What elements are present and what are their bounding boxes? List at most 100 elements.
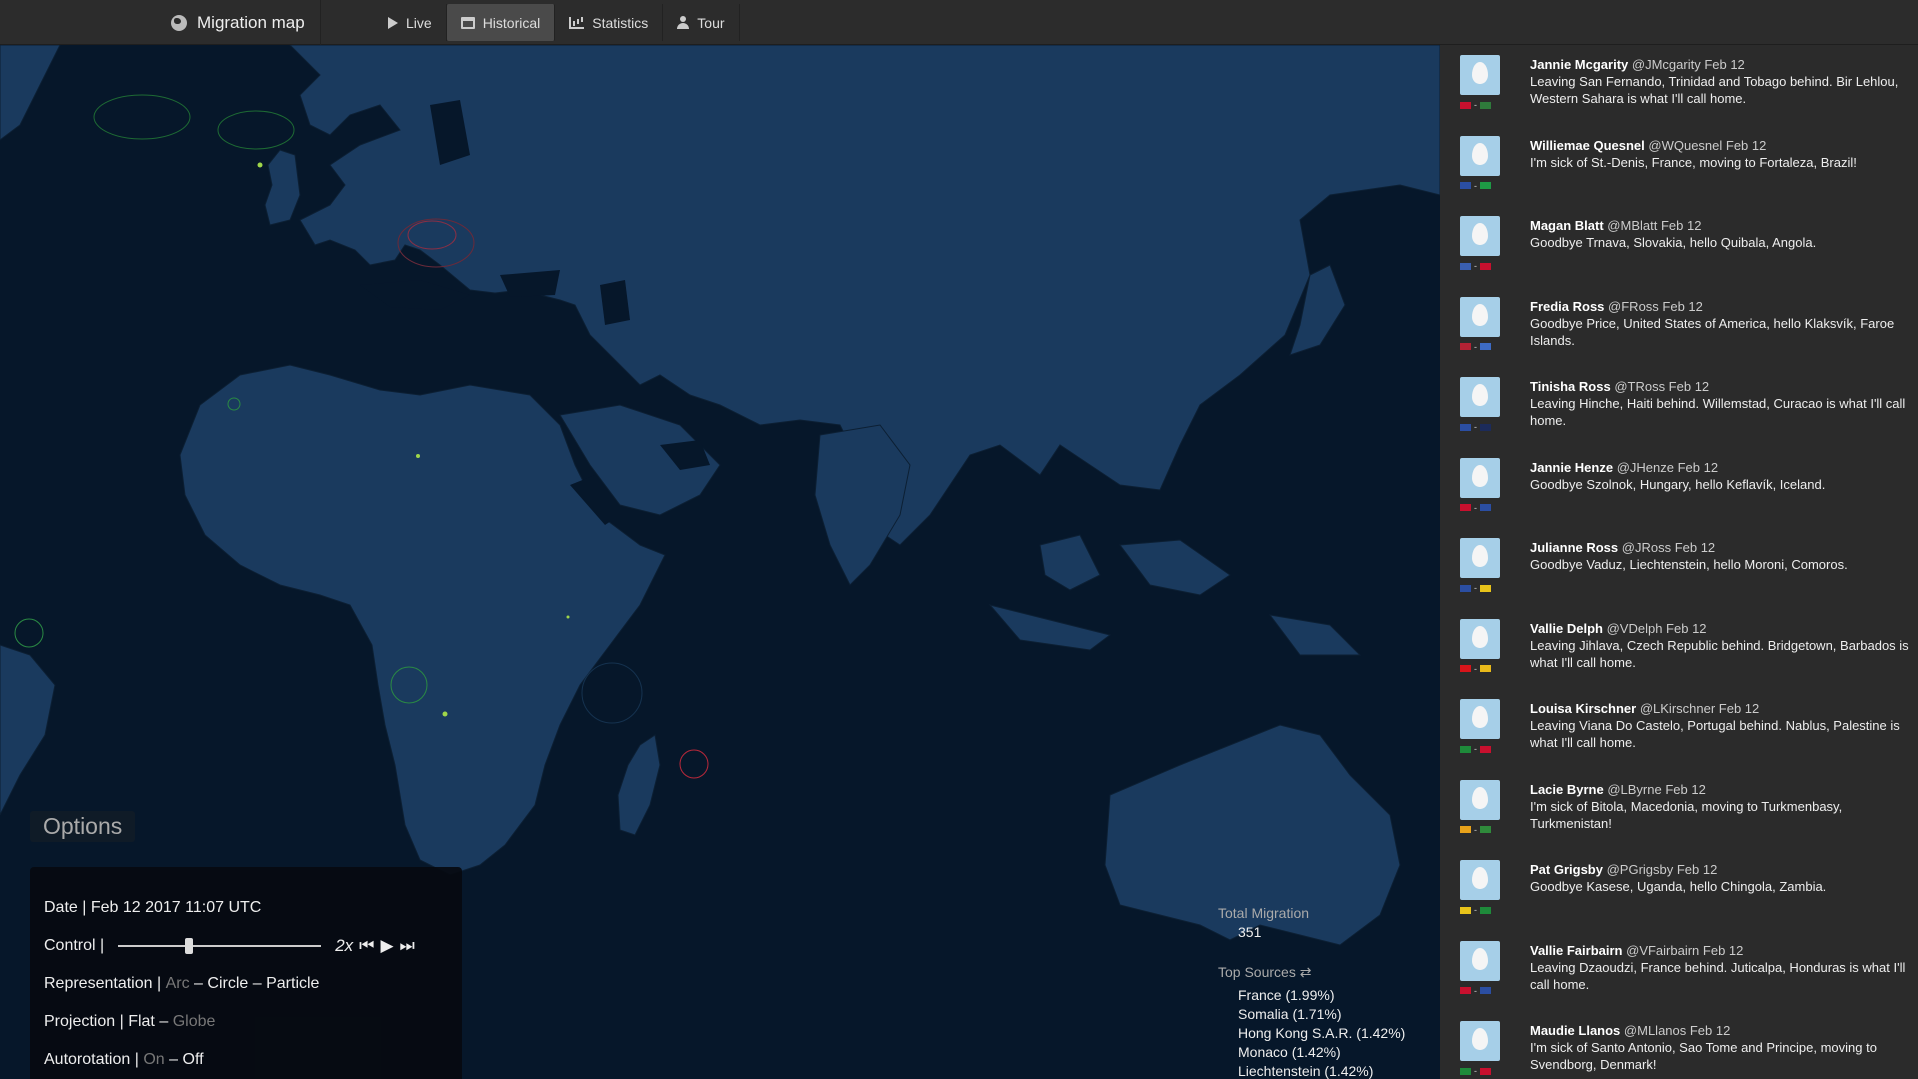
destination-flag-icon [1480,1067,1491,1075]
tweet-item[interactable]: - Fredia Ross @FRoss Feb 12 Goodbye Price,… [1440,292,1918,373]
flag-pair: - [1460,422,1491,432]
nav-historical-button[interactable]: Historical [446,4,556,41]
flag-pair: - [1460,1066,1491,1076]
fast-forward-icon[interactable]: ⏭ [400,936,415,956]
representation-arc[interactable]: Arc [166,975,190,993]
tweet-meta: @MBlatt Feb 12 [1607,218,1702,233]
avatar[interactable] [1460,699,1500,739]
top-sources-toggle[interactable]: Top Sources ⇄ [1218,964,1405,981]
destination-flag-icon [1480,182,1491,189]
tweet-item[interactable]: - Tinisha Ross @TRoss Feb 12 Leaving Hinch… [1440,372,1918,453]
tweet-author[interactable]: Lacie Byrne [1530,782,1604,797]
nav-tour-button[interactable]: Tour [663,4,740,41]
tweet-author[interactable]: Jannie Mcgarity [1530,57,1628,72]
flag-separator: - [1474,100,1477,110]
nav-live-button[interactable]: Live [374,4,447,41]
tweet-author[interactable]: Pat Grigsby [1530,862,1603,877]
tweet-item[interactable]: - Vallie Fairbairn @VFairbairn Feb 12 Leav… [1440,936,1918,1017]
avatar[interactable] [1460,940,1500,981]
tweet-author[interactable]: Williemae Quesnel [1530,138,1645,153]
avatar[interactable] [1460,1021,1500,1061]
destination-flag-icon [1480,665,1491,672]
avatar[interactable] [1460,135,1500,176]
tweet-item[interactable]: - Jannie Mcgarity @JMcgarity Feb 12 Leavin… [1440,50,1918,131]
projection-globe[interactable]: Globe [173,1013,216,1031]
tweet-item[interactable]: - Magan Blatt @MBlatt Feb 12 Goodbye Trnav… [1440,211,1918,292]
tweet-item[interactable]: - Louisa Kirschner @LKirschner Feb 12 Leav… [1440,694,1918,775]
globe-icon [171,14,187,31]
app-brand[interactable]: Migration map [171,0,321,45]
tweet-meta: @JMcgarity Feb 12 [1631,57,1745,72]
avatar[interactable] [1460,457,1500,498]
tweet-author[interactable]: Magan Blatt [1530,218,1604,233]
source-item: Monaco (1.42%) [1238,1044,1341,1060]
tweet-meta: @MLlanos Feb 12 [1623,1023,1731,1038]
tweet-author[interactable]: Tinisha Ross [1530,379,1611,394]
representation-circle[interactable]: Circle [207,975,248,993]
options-title[interactable]: Options [30,811,136,842]
source-item: Somalia (1.71%) [1238,1006,1342,1022]
nav-historical-label: Historical [482,14,541,31]
tweet-item[interactable]: - Lacie Byrne @LByrne Feb 12 I'm sick of B… [1440,775,1918,856]
tweet-item[interactable]: - Julianne Ross @JRoss Feb 12 Goodbye Vadu… [1440,533,1918,614]
tweet-text: I'm sick of Santo Antonio, Sao Tome and … [1530,1040,1877,1072]
total-migration-label: Total Migration [1218,905,1310,921]
representation-particle[interactable]: Particle [266,975,319,993]
main-nav: Live Historical Statistics Tour [374,4,740,41]
tweet-meta: @LKirschner Feb 12 [1639,701,1760,716]
tweet-meta: @JHenze Feb 12 [1616,459,1719,475]
avatar[interactable] [1460,779,1500,820]
tweet-body: Fredia Ross @FRoss Feb 12 Goodbye Price, … [1530,298,1910,349]
destination-flag-icon [1480,826,1491,833]
flag-pair: - [1460,100,1491,110]
origin-flag-icon [1460,423,1471,431]
speed-toggle[interactable]: 2x [335,936,353,956]
rewind-icon[interactable]: ⏮ [359,936,374,956]
tweet-author[interactable]: Vallie Delph [1530,621,1603,636]
tweet-body: Williemae Quesnel @WQuesnel Feb 12 I'm si… [1530,137,1910,171]
separator: – [159,1013,169,1030]
tweet-item[interactable]: - Maudie Llanos @MLlanos Feb 12 I'm sick o… [1440,1016,1918,1079]
avatar[interactable] [1460,538,1500,578]
avatar[interactable] [1460,55,1500,95]
destination-flag-icon [1480,262,1491,270]
tweet-author[interactable]: Louisa Kirschner [1530,701,1636,716]
origin-flag-icon [1460,1067,1471,1075]
avatar[interactable] [1460,296,1500,337]
tweet-author[interactable]: Fredia Ross [1530,299,1604,314]
flag-separator: - [1474,905,1477,915]
tweet-author[interactable]: Vallie Fairbairn [1530,943,1623,958]
autorotation-on[interactable]: On [143,1051,164,1069]
time-slider[interactable] [118,938,322,954]
tweet-item[interactable]: - Pat Grigsby @PGrigsby Feb 12 Goodbye Kas… [1440,855,1918,936]
origin-flag-icon [1460,987,1471,994]
tweet-item[interactable]: - Jannie Henze @JHenze Feb 12 Goodbye Szol… [1440,453,1918,534]
tweet-feed[interactable]: - Jannie Mcgarity @JMcgarity Feb 12 Leavin… [1440,45,1918,1079]
autorotation-off[interactable]: Off [183,1051,204,1069]
tweet-meta: @TRoss Feb 12 [1614,379,1710,394]
flag-pair: - [1460,664,1491,674]
tweet-author[interactable]: Maudie Llanos [1530,1023,1620,1038]
world-map[interactable]: Options Date | Feb 12 2017 11:07 UTC Con… [0,45,1440,1079]
play-button-icon[interactable]: ▶ [380,936,393,956]
projection-label: Projection | [44,1013,124,1030]
nav-statistics-label: Statistics [592,14,649,31]
tweet-author[interactable]: Julianne Ross [1530,540,1618,555]
projection-flat[interactable]: Flat [128,1013,155,1031]
tweet-item[interactable]: - Vallie Delph @VDelph Feb 12 Leaving Jihl… [1440,614,1918,695]
destination-flag-icon [1480,906,1491,914]
tweet-author[interactable]: Jannie Henze [1530,460,1613,475]
tweet-text: I'm sick of St.-Denis, France, moving to… [1530,154,1857,170]
avatar[interactable] [1460,618,1500,659]
representation-row: Representation | Arc – Circle – Particle [44,965,448,1003]
nav-statistics-button[interactable]: Statistics [555,4,664,41]
destination-flag-icon [1480,504,1491,511]
avatar[interactable] [1460,377,1500,417]
flag-separator: - [1474,422,1477,432]
slider-thumb[interactable] [185,938,194,954]
destination-flag-icon [1480,745,1491,753]
avatar[interactable] [1460,860,1500,900]
tweet-item[interactable]: - Williemae Quesnel @WQuesnel Feb 12 I'm s… [1440,131,1918,212]
avatar[interactable] [1460,216,1500,256]
date-row: Date | Feb 12 2017 11:07 UTC [44,889,448,927]
